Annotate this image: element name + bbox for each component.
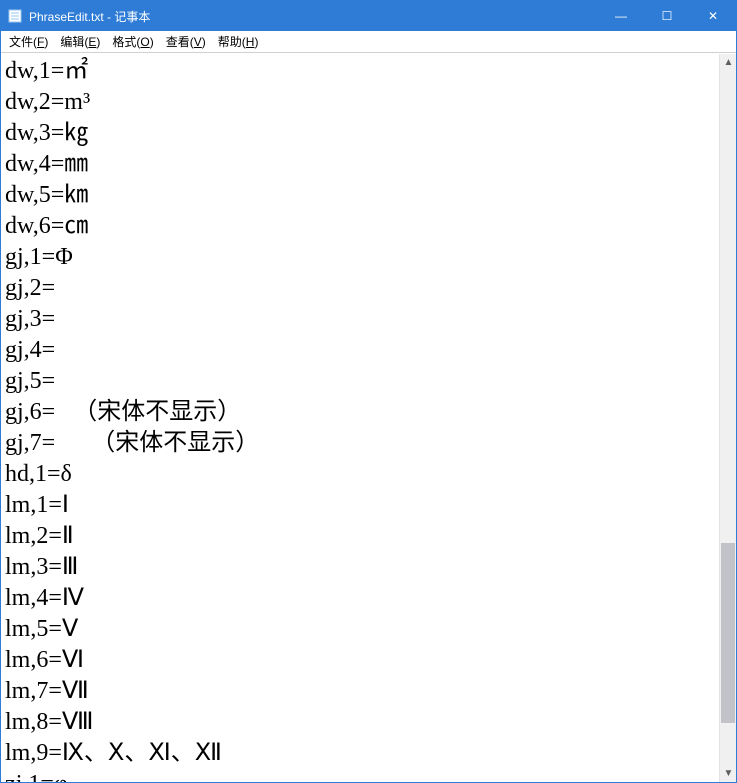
menubar: 文件(F) 编辑(E) 格式(O) 查看(V) 帮助(H) xyxy=(1,31,736,53)
titlebar[interactable]: PhraseEdit.txt - 记事本 — ☐ ✕ xyxy=(1,1,736,31)
menu-file[interactable]: 文件(F) xyxy=(3,31,54,52)
client-area: dw,1=㎡ dw,2=m³ dw,3=㎏ dw,4=㎜ dw,5=㎞ dw,6… xyxy=(1,53,736,782)
scroll-track[interactable] xyxy=(720,71,736,765)
maximize-button[interactable]: ☐ xyxy=(644,1,690,31)
maximize-icon: ☐ xyxy=(662,9,673,23)
scroll-down-button[interactable]: ▼ xyxy=(720,765,737,782)
scroll-up-button[interactable]: ▲ xyxy=(720,54,737,71)
window-title: PhraseEdit.txt - 记事本 xyxy=(29,8,150,25)
menu-edit[interactable]: 编辑(E) xyxy=(54,31,106,52)
close-button[interactable]: ✕ xyxy=(690,1,736,31)
chevron-up-icon: ▲ xyxy=(724,57,734,68)
vertical-scrollbar[interactable]: ▲ ▼ xyxy=(719,54,736,782)
text-editor[interactable]: dw,1=㎡ dw,2=m³ dw,3=㎏ dw,4=㎜ dw,5=㎞ dw,6… xyxy=(1,54,719,782)
close-icon: ✕ xyxy=(708,9,718,23)
minimize-icon: — xyxy=(615,9,627,23)
scroll-thumb[interactable] xyxy=(721,543,735,723)
menu-format[interactable]: 格式(O) xyxy=(106,31,159,52)
window: PhraseEdit.txt - 记事本 — ☐ ✕ 文件(F) 编辑(E) 格… xyxy=(0,0,737,783)
minimize-button[interactable]: — xyxy=(598,1,644,31)
chevron-down-icon: ▼ xyxy=(724,768,734,779)
notepad-icon xyxy=(7,8,23,24)
menu-view[interactable]: 查看(V) xyxy=(160,31,212,52)
menu-help[interactable]: 帮助(H) xyxy=(212,31,265,52)
